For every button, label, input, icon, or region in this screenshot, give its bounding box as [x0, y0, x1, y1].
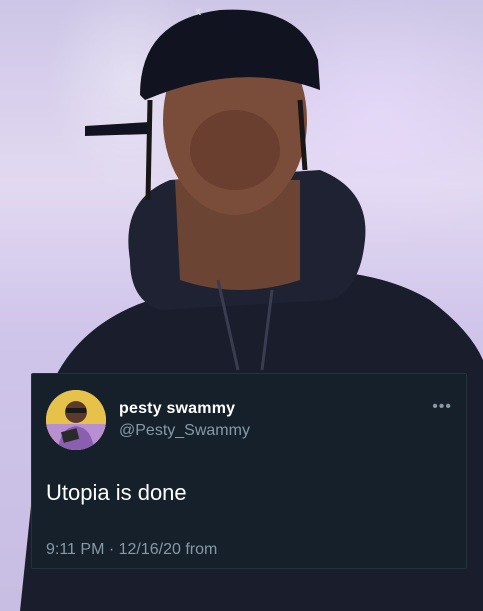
- display-name[interactable]: pesty swammy: [119, 400, 235, 418]
- handle[interactable]: @Pesty_Swammy: [119, 422, 250, 440]
- tweet-timestamp: 9:11 PM · 12/16/20 from: [46, 541, 218, 558]
- avatar[interactable]: [46, 390, 106, 450]
- tweet-text: Utopia is done: [46, 480, 187, 505]
- tweet-card[interactable]: pesty swammy @Pesty_Swammy ••• Utopia is…: [31, 373, 467, 569]
- ellipsis-icon[interactable]: •••: [432, 398, 452, 416]
- svg-text:X: X: [195, 7, 201, 17]
